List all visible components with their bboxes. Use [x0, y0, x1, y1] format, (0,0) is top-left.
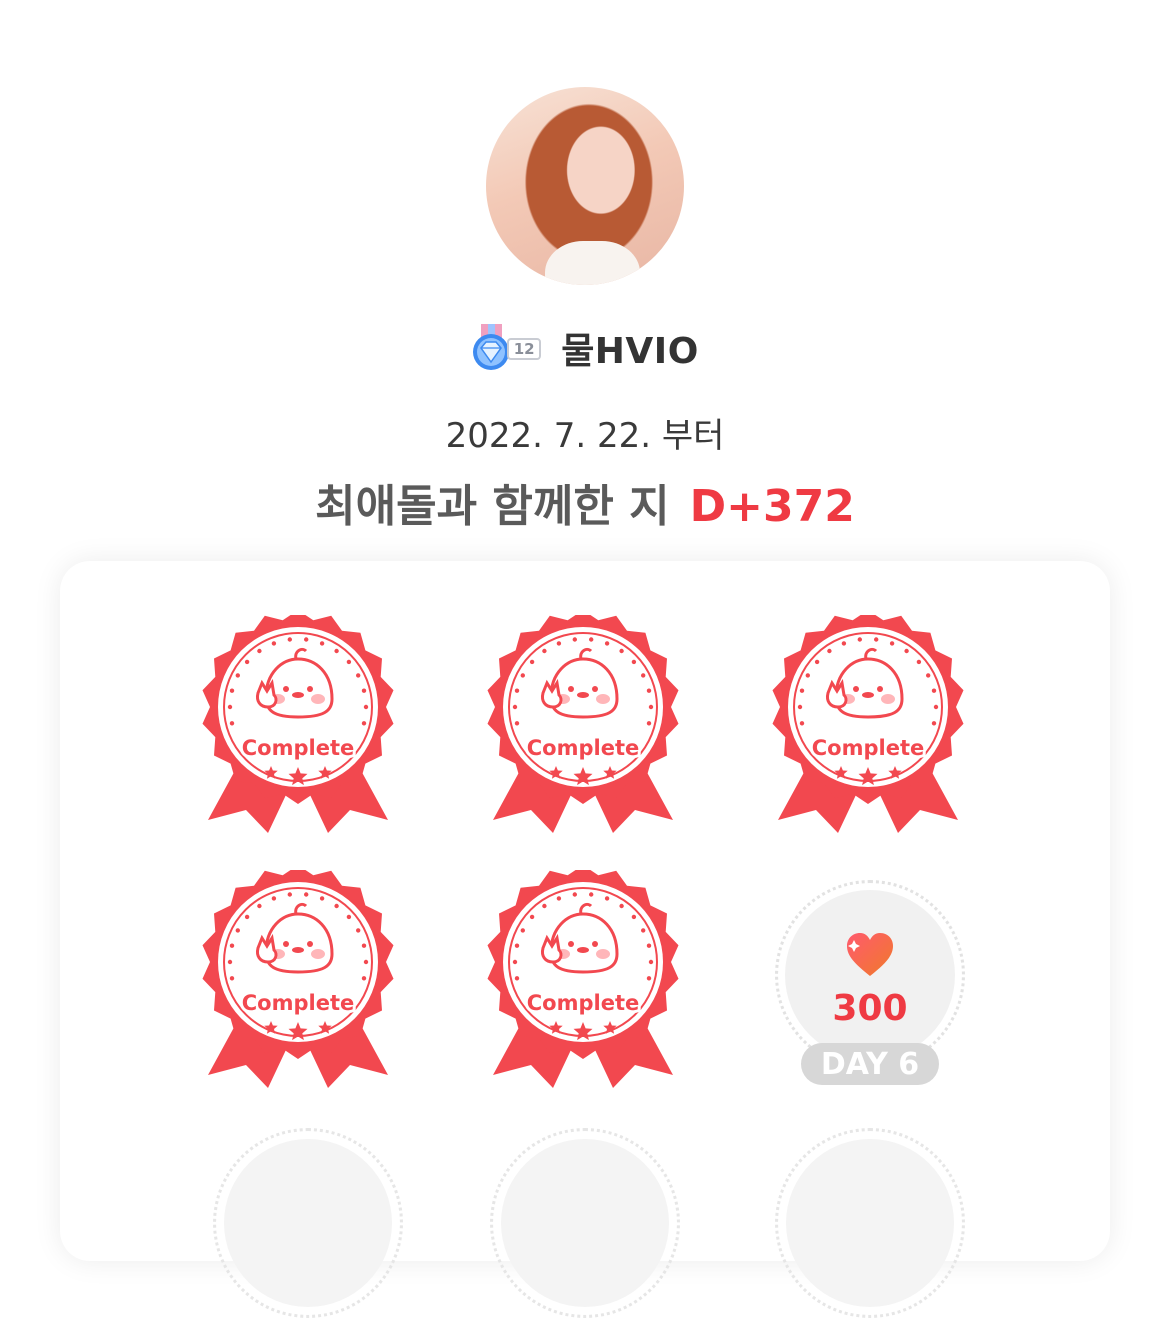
since-date: 2022. 7. 22. 부터 — [445, 416, 725, 456]
nickname: 물HVIO — [561, 331, 699, 372]
stamp-graphic: Complete Complete — [487, 870, 679, 1088]
complete-stamp-4: Complete Complete — [198, 870, 398, 1090]
stamp-text: Complete — [527, 736, 639, 760]
stamp-text: Complete — [242, 991, 354, 1015]
complete-stamp-5: Complete Complete — [483, 870, 683, 1090]
level-badge: 12 — [471, 324, 543, 372]
stamp-graphic: Complete Complete — [202, 870, 394, 1088]
reward-day-label: DAY 6 — [801, 1043, 939, 1085]
locked-reward-9[interactable] — [775, 1128, 965, 1318]
stamp-graphic: Complete Complete — [202, 615, 394, 833]
day-6-reward[interactable]: 300 DAY 6 — [775, 880, 965, 1085]
dday-value: D+372 — [689, 481, 855, 532]
stamp-text: Complete — [242, 736, 354, 760]
level-number: 12 — [507, 338, 542, 360]
profile-row: 12 물HVIO — [0, 320, 1170, 376]
avatar-figure — [545, 241, 641, 285]
heart-icon — [847, 933, 893, 976]
profile-avatar[interactable] — [486, 87, 684, 285]
stamp-graphic: Complete Complete — [487, 615, 679, 833]
dday-row: 최애돌과 함께한 지 D+372 — [0, 470, 1170, 534]
reward-points: 300 — [832, 988, 908, 1029]
complete-stamp-1: Complete Complete — [198, 615, 398, 835]
stamp-graphic: Complete Complete — [772, 615, 964, 833]
dday-label: 최애돌과 함께한 지 — [315, 481, 670, 532]
complete-stamp-3: Complete Complete — [768, 615, 968, 835]
stamp-text: Complete — [812, 736, 924, 760]
stamp-text: Complete — [527, 991, 639, 1015]
locked-reward-7[interactable] — [213, 1128, 403, 1318]
locked-reward-8[interactable] — [490, 1128, 680, 1318]
complete-stamp-2: Complete Complete — [483, 615, 683, 835]
